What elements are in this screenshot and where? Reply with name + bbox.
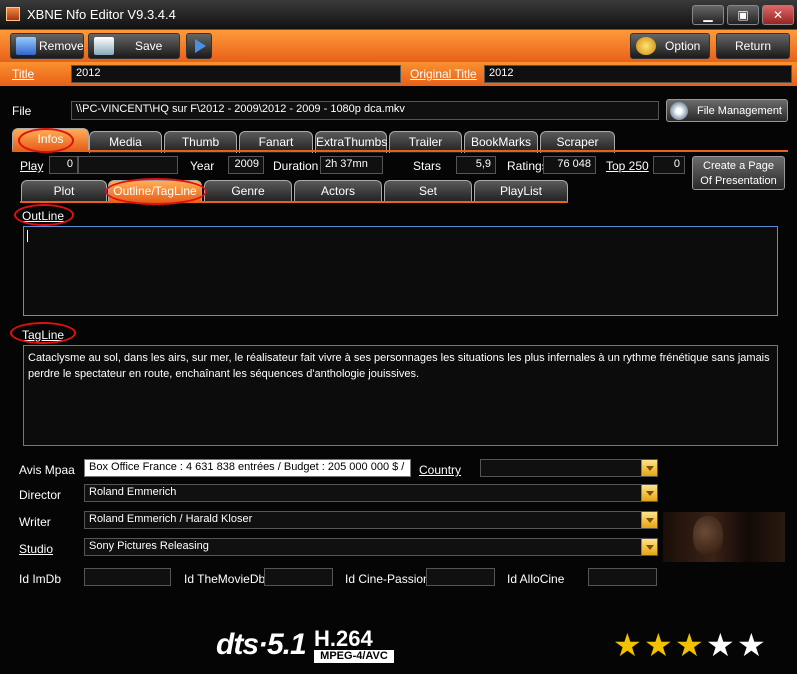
tagline-textarea[interactable]: Cataclysme au sol, dans les airs, sur me… — [23, 345, 778, 446]
studio-combo[interactable]: Sony Pictures Releasing — [84, 538, 658, 556]
actor-thumbnail[interactable] — [663, 512, 785, 562]
allocine-input[interactable] — [588, 568, 657, 586]
remove-button[interactable]: Remove — [10, 33, 84, 59]
tmdb-input[interactable] — [264, 568, 333, 586]
disc-icon — [670, 102, 688, 120]
year-input[interactable]: 2009 — [228, 156, 264, 174]
writer-label: Writer — [19, 515, 51, 529]
ratings-input[interactable]: 76 048 — [543, 156, 596, 174]
top250-label: Top 250 — [606, 159, 649, 173]
cine-passion-label: Id Cine-Passion — [345, 572, 430, 586]
dts-logo: dts·5.1 — [216, 628, 307, 661]
chevron-down-icon[interactable] — [641, 512, 657, 528]
play-label: Play — [20, 159, 44, 173]
subtab-genre[interactable]: Genre — [204, 180, 292, 202]
studio-label: Studio — [19, 542, 54, 556]
star-empty-icon: ★ — [706, 627, 735, 663]
chevron-down-icon[interactable] — [641, 485, 657, 501]
close-button[interactable]: ✕ — [762, 5, 794, 25]
file-label: File — [12, 104, 32, 118]
country-label: Country — [419, 463, 462, 477]
stars-label: Stars — [413, 159, 442, 173]
play-extra-input[interactable] — [78, 156, 178, 174]
play-input[interactable]: 0 — [49, 156, 78, 174]
subtab-strip — [20, 201, 568, 203]
minimize-button[interactable]: ▁ — [692, 5, 724, 25]
toolbar: Remove Save Option Return — [0, 30, 797, 62]
subtab-plot[interactable]: Plot — [21, 180, 107, 202]
return-button[interactable]: Return — [716, 33, 790, 59]
director-label: Director — [19, 488, 62, 502]
highlight-circle-outline — [14, 204, 74, 226]
h264-logo-subtitle: MPEG-4/AVC — [314, 650, 394, 663]
country-combo[interactable] — [480, 459, 658, 477]
window-title: XBNE Nfo Editor V9.3.4.4 — [27, 7, 176, 22]
title-row: Title 2012 Original Title 2012 — [0, 62, 797, 86]
maximize-button[interactable]: ▣ — [727, 5, 759, 25]
top250-input[interactable]: 0 — [653, 156, 685, 174]
create-page-button[interactable]: Create a Page Of Presentation — [692, 156, 785, 190]
cine-passion-input[interactable] — [426, 568, 495, 586]
save-icon — [94, 37, 114, 55]
imdb-label: Id ImDb — [19, 572, 62, 586]
ratings-label: Ratings — [507, 159, 548, 173]
avis-mpaa-input[interactable]: Box Office France : 4 631 838 entrées / … — [84, 459, 411, 477]
play-next-button[interactable] — [186, 33, 212, 59]
text-cursor — [27, 230, 28, 242]
chevron-down-icon[interactable] — [641, 460, 657, 476]
h264-logo-title: H.264 — [314, 626, 373, 651]
file-management-button[interactable]: File Management — [666, 99, 788, 122]
subtab-playlist[interactable]: PlayList — [474, 180, 568, 202]
avis-mpaa-label: Avis Mpaa — [19, 463, 75, 477]
writer-combo[interactable]: Roland Emmerich / Harald Kloser — [84, 511, 658, 529]
tmdb-label: Id TheMovieDb — [184, 572, 266, 586]
remove-icon — [16, 37, 36, 55]
highlight-circle-infos — [18, 128, 74, 153]
imdb-input[interactable] — [84, 568, 171, 586]
original-title-label: Original Title — [410, 67, 477, 81]
duration-input[interactable]: 2h 37mn — [320, 156, 383, 174]
star-empty-icon: ★ — [737, 627, 766, 663]
window-titlebar: XBNE Nfo Editor V9.3.4.4 ▁ ▣ ✕ — [0, 0, 797, 30]
director-combo[interactable]: Roland Emmerich — [84, 484, 658, 502]
star-filled-icon: ★ — [675, 627, 704, 663]
tab-strip — [12, 150, 788, 152]
subtab-actors[interactable]: Actors — [294, 180, 382, 202]
allocine-label: Id AlloCine — [507, 572, 565, 586]
play-icon — [195, 39, 206, 53]
title-label: Title — [12, 67, 35, 81]
year-label: Year — [190, 159, 215, 173]
subtab-set[interactable]: Set — [384, 180, 472, 202]
star-filled-icon: ★ — [644, 627, 673, 663]
duration-label: Duration — [273, 159, 319, 173]
option-button[interactable]: Option — [630, 33, 710, 59]
highlight-circle-outline-tab — [105, 178, 207, 205]
highlight-circle-tagline — [10, 322, 76, 344]
option-icon — [636, 37, 656, 55]
original-title-input[interactable]: 2012 — [484, 65, 792, 83]
app-icon — [6, 7, 20, 21]
star-filled-icon: ★ — [613, 627, 642, 663]
stars-input[interactable]: 5,9 — [456, 156, 496, 174]
outline-textarea[interactable] — [23, 226, 778, 316]
file-path-input[interactable]: \\PC-VINCENT\HQ sur F\2012 - 2009\2012 -… — [71, 101, 659, 120]
save-button[interactable]: Save — [88, 33, 180, 59]
chevron-down-icon[interactable] — [641, 539, 657, 555]
title-input[interactable]: 2012 — [71, 65, 401, 83]
